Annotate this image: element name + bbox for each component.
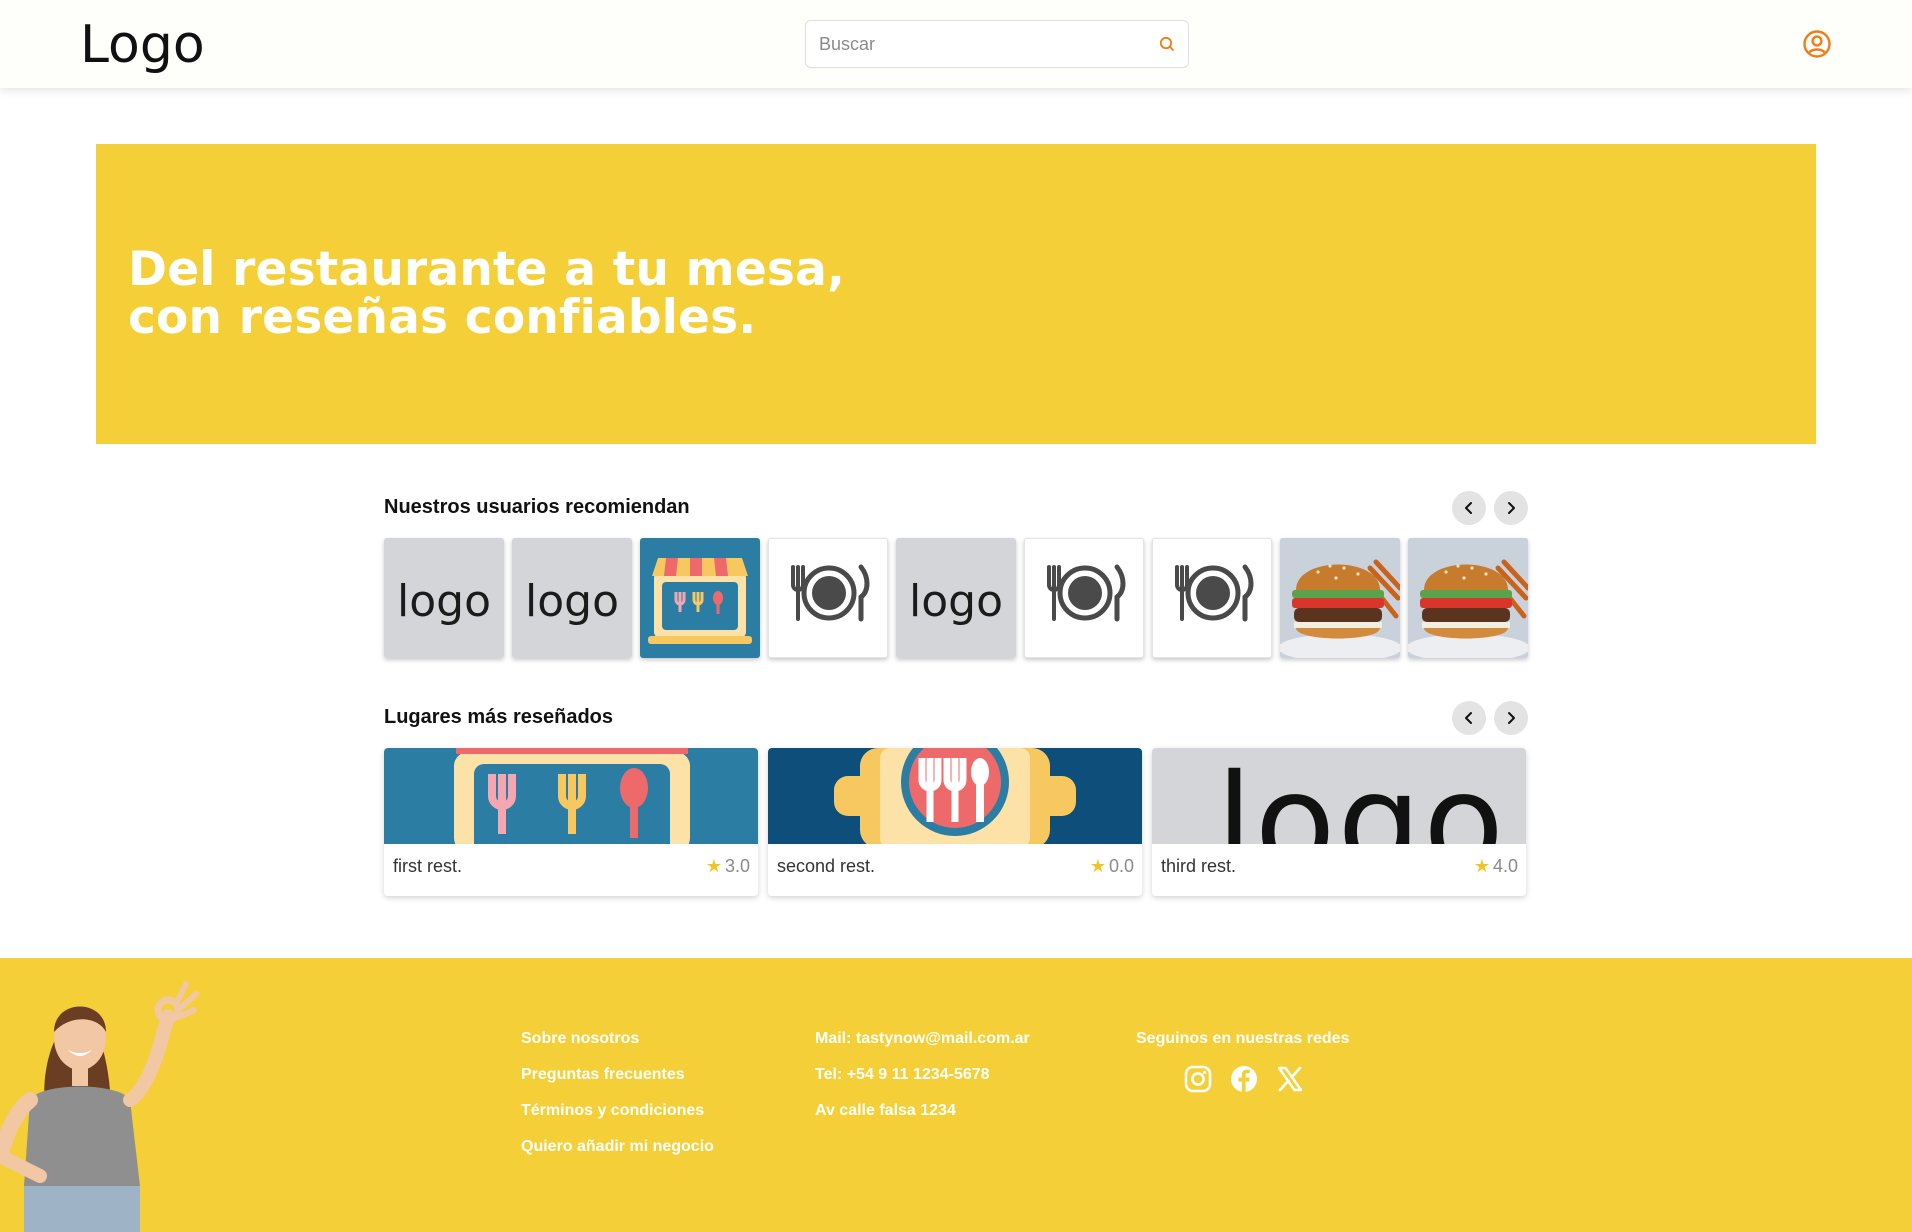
restaurant-rating: ★ 4.0 — [1474, 856, 1518, 877]
restaurant-card[interactable]: logo third rest. ★ 4.0 — [1152, 748, 1526, 896]
recommended-item[interactable] — [1280, 538, 1400, 658]
footer-link-terms[interactable]: Términos y condiciones — [521, 1102, 714, 1120]
most-reviewed-carousel: first rest. ★ 3.0 second rest. ★ 0.0 logo … — [384, 748, 1528, 898]
recommended-item[interactable] — [640, 538, 760, 658]
star-icon: ★ — [1089, 856, 1106, 876]
rating-value: 0.0 — [1108, 856, 1134, 876]
star-icon: ★ — [705, 856, 722, 876]
restaurant-illustration — [834, 748, 1076, 844]
hero-title-line-2: con reseñas confiables. — [128, 290, 757, 345]
recommended-item[interactable]: logo — [896, 538, 1016, 658]
burger-photo — [1280, 538, 1400, 658]
chevron-right-icon — [1508, 502, 1515, 514]
footer-links: Sobre nosotros Preguntas frecuentes Térm… — [521, 1030, 714, 1174]
footer-contact: Mail: tastynow@mail.com.ar Tel: +54 9 11… — [815, 1030, 1030, 1138]
chevron-right-icon — [1508, 712, 1515, 724]
storefront-icon — [648, 558, 752, 644]
recommended-next-button[interactable] — [1494, 491, 1528, 525]
plate-cutlery-icon — [1047, 564, 1126, 622]
recommended-carousel: logo logo logo — [384, 538, 1528, 658]
restaurant-image — [384, 748, 758, 844]
recommended-item[interactable]: logo — [384, 538, 504, 658]
facebook-icon[interactable] — [1229, 1064, 1259, 1094]
logo-placeholder: logo — [525, 576, 619, 627]
plate-cutlery-icon — [791, 564, 870, 622]
search-box — [805, 20, 1189, 68]
hero-title-line-1: Del restaurante a tu mesa, — [128, 242, 846, 297]
contact-phone: Tel: +54 9 11 1234-5678 — [815, 1066, 990, 1083]
most-reviewed-section-header: Lugares más reseñados — [384, 701, 1528, 735]
restaurant-image: logo — [1152, 748, 1526, 844]
recommended-item[interactable] — [1408, 538, 1528, 658]
restaurant-name: first rest. — [393, 856, 463, 876]
plate-cutlery-icon — [1175, 564, 1254, 622]
recommended-item[interactable] — [768, 538, 888, 658]
recommended-prev-button[interactable] — [1452, 491, 1486, 525]
most-reviewed-prev-button[interactable] — [1452, 701, 1486, 735]
footer-link-faq[interactable]: Preguntas frecuentes — [521, 1066, 714, 1084]
x-icon[interactable] — [1275, 1064, 1305, 1094]
contact-address: Av calle falsa 1234 — [815, 1102, 956, 1119]
restaurant-card[interactable]: second rest. ★ 0.0 — [768, 748, 1142, 896]
social-icons — [1183, 1064, 1323, 1096]
most-reviewed-next-button[interactable] — [1494, 701, 1528, 735]
hero-banner: Del restaurante a tu mesa, con reseñas c… — [96, 144, 1816, 444]
chevron-left-icon — [1465, 712, 1472, 724]
search-input[interactable] — [806, 21, 1146, 67]
restaurant-name: third rest. — [1161, 856, 1237, 876]
site-logo[interactable]: Logo — [80, 14, 205, 76]
user-circle-icon[interactable] — [1802, 29, 1832, 59]
recommended-title: Nuestros usuarios recomiendan — [384, 496, 690, 518]
chevron-left-icon — [1465, 502, 1472, 514]
hero-title: Del restaurante a tu mesa, con reseñas c… — [128, 246, 845, 342]
star-icon: ★ — [1473, 856, 1490, 876]
restaurant-image — [768, 748, 1142, 844]
footer-link-about[interactable]: Sobre nosotros — [521, 1030, 714, 1048]
restaurant-rating: ★ 0.0 — [1090, 856, 1134, 877]
rating-value: 4.0 — [1492, 856, 1518, 876]
footer-social: Seguinos en nuestras redes — [1136, 1030, 1349, 1066]
logo-placeholder: logo — [909, 576, 1003, 627]
restaurant-name: second rest. — [777, 856, 876, 876]
footer-link-add-business[interactable]: Quiero añadir mi negocio — [521, 1138, 714, 1156]
restaurant-card[interactable]: first rest. ★ 3.0 — [384, 748, 758, 896]
search-icon[interactable] — [1156, 33, 1178, 55]
burger-photo — [1408, 538, 1528, 658]
recommended-section-header: Nuestros usuarios recomiendan — [384, 491, 1528, 525]
restaurant-rating: ★ 3.0 — [706, 856, 750, 877]
contact-mail: Mail: tastynow@mail.com.ar — [815, 1030, 1030, 1047]
person-ok-gesture-illustration — [0, 981, 199, 1232]
site-header: Logo — [0, 0, 1912, 88]
recommended-item[interactable]: logo — [512, 538, 632, 658]
most-reviewed-title: Lugares más reseñados — [384, 706, 613, 728]
instagram-icon[interactable] — [1183, 1064, 1213, 1094]
rating-value: 3.0 — [724, 856, 750, 876]
storefront-illustration — [454, 748, 690, 844]
recommended-item[interactable] — [1024, 538, 1144, 658]
logo-placeholder: logo — [1216, 748, 1506, 844]
recommended-item[interactable] — [1152, 538, 1272, 658]
site-footer: Sobre nosotros Preguntas frecuentes Térm… — [0, 958, 1912, 1232]
logo-placeholder: logo — [397, 576, 491, 627]
social-title: Seguinos en nuestras redes — [1136, 1030, 1350, 1047]
